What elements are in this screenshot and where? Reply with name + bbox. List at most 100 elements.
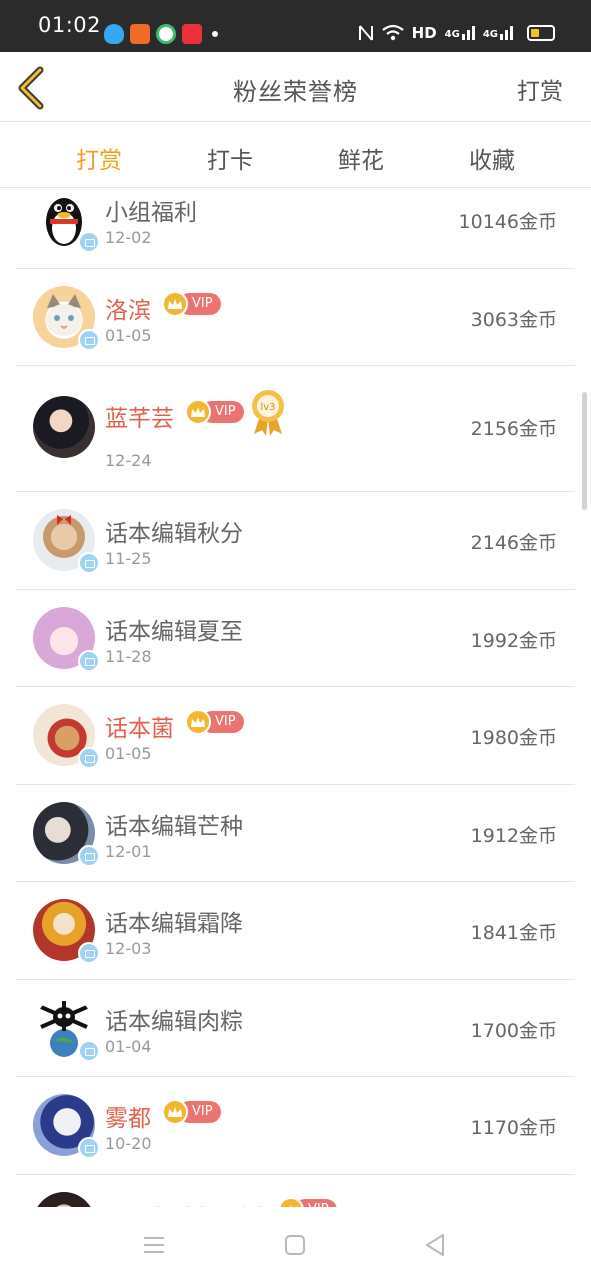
tab-bar: 打赏 打卡 鲜花 收藏	[0, 122, 591, 196]
signal2-label: 4G	[482, 29, 498, 40]
fan-name: 话本菌	[105, 716, 174, 742]
fan-name: ＊＊978371204	[105, 1197, 283, 1208]
wifi-icon	[381, 24, 404, 41]
vip-badge: VIP	[162, 290, 221, 317]
tab-favorites-label: 收藏	[469, 148, 515, 174]
list-item[interactable]: ＊＊978371204 VIP	[16, 1175, 575, 1208]
user-badge-icon	[78, 552, 100, 574]
top-app-bar: 粉丝荣誉榜 打赏	[0, 52, 591, 122]
ranking-list-content: 小组福利 12-02 10146金币 洛滨 VIP 01-05 3063金币 蓝…	[0, 189, 591, 1207]
reward-date: 12-03	[105, 939, 152, 958]
fan-name: 话本编辑霜降	[105, 911, 243, 937]
list-item[interactable]: 话本编辑秋分 11-25 2146金币	[16, 492, 575, 590]
user-badge-icon	[78, 1137, 100, 1159]
list-item[interactable]: 话本编辑夏至 11-28 1992金币	[16, 590, 575, 687]
avatar[interactable]	[33, 396, 95, 458]
reward-date: 11-28	[105, 646, 152, 666]
crown-icon	[162, 290, 188, 317]
status-indicators: HD 4G 4G	[358, 24, 555, 42]
crown-icon	[185, 399, 211, 425]
coin-amount: 1700金币	[470, 1019, 557, 1042]
tab-reward[interactable]: 打赏	[49, 141, 149, 196]
reward-date: 10-20	[105, 1134, 152, 1153]
system-nav-bar	[0, 1207, 591, 1280]
fan-ranking-list[interactable]: 小组福利 12-02 10146金币 洛滨 VIP 01-05 3063金币 蓝…	[0, 189, 591, 1207]
avatar[interactable]	[33, 1191, 95, 1207]
tab-reward-label: 打赏	[76, 148, 122, 174]
coin-amount: 1912金币	[470, 824, 557, 847]
reward-date: 01-05	[105, 744, 152, 763]
list-item[interactable]: 话本菌 VIP 01-05 1980金币	[16, 687, 575, 785]
vip-badge: VIP	[278, 1196, 337, 1207]
vip-badge: VIP	[185, 399, 244, 425]
fan-name: 话本编辑肉粽	[105, 1008, 243, 1035]
fan-name: 话本编辑秋分	[105, 521, 243, 547]
vip-badge: VIP	[162, 1099, 221, 1125]
tab-favorites[interactable]: 收藏	[442, 141, 542, 175]
menu-icon[interactable]	[138, 1229, 170, 1261]
tab-flowers-label: 鲜花	[338, 148, 384, 174]
fan-name: 洛滨	[105, 297, 151, 324]
fan-name: 小组福利	[105, 200, 197, 226]
fan-name: 话本编辑芒种	[105, 813, 243, 840]
crown-icon	[278, 1196, 304, 1207]
status-bar: 01:02 HD 4G 4G	[0, 0, 591, 52]
list-item[interactable]: 蓝芊芸 VIP lv3 12-24 2156金币	[16, 366, 575, 492]
user-badge-icon	[78, 747, 100, 769]
fan-name: 蓝芊芸	[105, 406, 174, 432]
coin-amount: 3063金币	[470, 308, 557, 331]
reward-date: 12-24	[105, 451, 152, 470]
list-item[interactable]: 话本编辑肉粽 01-04 1700金币	[16, 980, 575, 1077]
tab-checkin-label: 打卡	[207, 148, 253, 174]
signal1-label: 4G	[444, 29, 460, 40]
browser-app-icon	[156, 24, 176, 44]
coin-amount: 1992金币	[470, 629, 557, 652]
back-icon[interactable]	[419, 1229, 451, 1261]
coin-amount: 1170金币	[470, 1117, 557, 1139]
scrollbar-thumb[interactable]	[582, 392, 587, 510]
home-icon[interactable]	[279, 1229, 311, 1261]
level-label: lv3	[260, 402, 275, 413]
hd-label: HD	[411, 24, 437, 42]
coin-amount: 10146金币	[458, 211, 557, 233]
signal-4g-icon: 4G	[445, 26, 475, 40]
signal-4g-icon-2: 4G	[483, 26, 513, 40]
more-dot-icon	[212, 31, 218, 37]
reward-date: 01-04	[105, 1036, 152, 1056]
coin-amount: 1980金币	[470, 727, 557, 749]
user-badge-icon	[78, 942, 100, 964]
list-item[interactable]: 话本编辑芒种 12-01 1912金币	[16, 785, 575, 882]
user-badge-icon	[78, 231, 100, 253]
reward-button[interactable]: 打赏	[517, 72, 563, 106]
battery-icon	[527, 25, 555, 41]
list-item[interactable]: 雾都 VIP 10-20 1170金币	[16, 1077, 575, 1175]
crown-icon	[162, 1099, 188, 1125]
reward-date: 11-25	[105, 549, 152, 568]
list-item[interactable]: 洛滨 VIP 01-05 3063金币	[16, 269, 575, 366]
level-medal-icon: lv3	[252, 390, 284, 436]
list-item[interactable]: 话本编辑霜降 12-03 1841金币	[16, 882, 575, 980]
reward-date: 12-02	[105, 228, 152, 247]
page-title: 粉丝荣誉榜	[233, 78, 358, 106]
huaben-app-icon	[130, 24, 150, 44]
status-time: 01:02	[38, 13, 102, 37]
qq-app-icon	[104, 24, 124, 44]
user-badge-icon	[78, 844, 100, 867]
vip-badge: VIP	[185, 709, 244, 735]
user-badge-icon	[78, 649, 100, 672]
nfc-icon	[358, 25, 373, 41]
fan-name: 雾都	[105, 1106, 151, 1132]
coin-amount: 2146金币	[470, 532, 557, 554]
reward-date: 12-01	[105, 841, 152, 861]
coin-amount: 2156金币	[470, 418, 557, 440]
notification-icons	[104, 24, 218, 44]
list-item[interactable]: 小组福利 12-02 10146金币	[16, 189, 575, 269]
fan-name: 话本编辑夏至	[105, 618, 243, 645]
crown-icon	[185, 709, 211, 735]
tab-checkin[interactable]: 打卡	[180, 141, 280, 175]
tab-flowers[interactable]: 鲜花	[311, 141, 411, 175]
coin-amount: 1841金币	[470, 922, 557, 944]
user-badge-icon	[78, 328, 100, 351]
user-badge-icon	[78, 1039, 100, 1062]
news-app-icon	[182, 24, 202, 44]
